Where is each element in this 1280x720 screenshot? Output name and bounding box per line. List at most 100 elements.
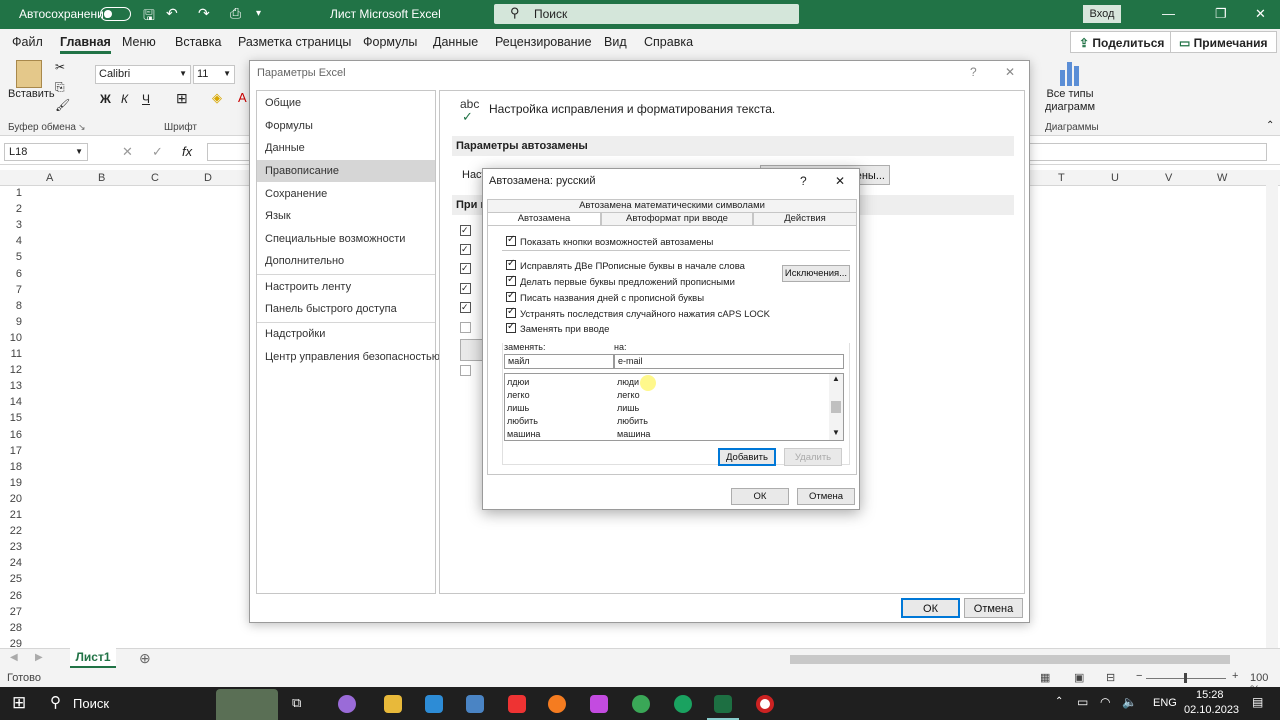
proofing-checkbox-6[interactable]: [460, 322, 471, 333]
volume-icon[interactable]: 🔈: [1122, 695, 1137, 709]
qat-customize-icon[interactable]: ▾: [256, 8, 261, 19]
autocorrect-cancel-button[interactable]: Отмена: [797, 488, 855, 505]
scroll-up-icon[interactable]: ▲: [832, 374, 840, 383]
row-header[interactable]: 7: [0, 284, 22, 296]
font-color-icon[interactable]: A: [238, 90, 247, 105]
options-ok-button[interactable]: ОК: [901, 598, 960, 618]
proofing-checkbox-7[interactable]: [460, 365, 471, 376]
borders-icon[interactable]: ⊞: [176, 90, 188, 107]
proofing-checkbox-4[interactable]: ✓: [460, 283, 471, 294]
excel-icon[interactable]: [714, 695, 732, 713]
list-item[interactable]: лишь лишь: [505, 402, 831, 415]
insert-function-icon[interactable]: fx: [182, 144, 192, 159]
firefox-icon[interactable]: [548, 695, 566, 713]
font-name-select[interactable]: Calibri ▼: [95, 65, 191, 84]
clock-date[interactable]: 02.10.2023: [1184, 704, 1239, 716]
tab-data[interactable]: Данные: [433, 35, 478, 49]
autocorrect-ok-button[interactable]: ОК: [731, 488, 789, 505]
sidebar-item-save[interactable]: Сохранение: [257, 183, 435, 205]
autosave-toggle[interactable]: [100, 7, 131, 21]
recording-app-icon[interactable]: [756, 695, 774, 713]
row-header[interactable]: 1: [0, 187, 22, 199]
column-header-v[interactable]: V: [1165, 172, 1172, 184]
chrome-icon[interactable]: [632, 695, 650, 713]
sheet-tab[interactable]: Лист1: [70, 648, 116, 668]
scroll-right-icon[interactable]: ▶: [35, 652, 43, 663]
cut-icon[interactable]: ✂: [55, 60, 65, 74]
undo-icon[interactable]: ↶: [166, 5, 178, 22]
tab-autoformat[interactable]: Автоформат при вводе: [601, 212, 753, 225]
paste-icon[interactable]: [16, 60, 42, 88]
signin-button[interactable]: Вход: [1083, 5, 1121, 23]
clock-time[interactable]: 15:28: [1196, 689, 1224, 701]
row-header[interactable]: 27: [0, 606, 22, 618]
video-app-icon[interactable]: [425, 695, 443, 713]
horizontal-scrollbar[interactable]: [790, 655, 1230, 664]
zoom-in-icon[interactable]: +: [1232, 670, 1238, 682]
row-header[interactable]: 14: [0, 396, 22, 408]
vertical-scrollbar[interactable]: [1266, 172, 1278, 648]
document-title[interactable]: Лист Microsoft Excel: [330, 7, 441, 21]
all-charts-icon[interactable]: [1058, 60, 1082, 86]
tab-formulas[interactable]: Формулы: [363, 35, 417, 49]
tab-home[interactable]: Главная: [60, 35, 111, 54]
file-explorer-icon[interactable]: [384, 695, 402, 713]
tab-menu[interactable]: Меню: [122, 35, 156, 49]
page-break-icon[interactable]: ⊟: [1106, 671, 1115, 684]
row-header[interactable]: 16: [0, 429, 22, 441]
sidebar-item-proofing[interactable]: Правописание: [257, 160, 435, 182]
row-header[interactable]: 22: [0, 525, 22, 537]
quick-print-icon[interactable]: ⎙: [230, 5, 241, 22]
row-header[interactable]: 12: [0, 364, 22, 376]
tab-page-layout[interactable]: Разметка страницы: [238, 35, 351, 49]
row-header[interactable]: 9: [0, 316, 22, 328]
scroll-down-icon[interactable]: ▼: [832, 428, 840, 437]
tab-actions[interactable]: Действия: [753, 212, 857, 225]
caps-lock-checkbox[interactable]: Устранять последствия случайного нажатия…: [506, 306, 770, 320]
row-header[interactable]: 17: [0, 445, 22, 457]
all-charts-button[interactable]: Все типы диаграмм: [1043, 88, 1097, 114]
list-item[interactable]: машина машина: [505, 428, 831, 441]
font-size-select[interactable]: 11 ▼: [193, 65, 235, 84]
row-header[interactable]: 11: [0, 348, 22, 360]
autocorrect-help-icon[interactable]: ?: [800, 174, 807, 188]
exceptions-button[interactable]: Исключения...: [782, 265, 850, 282]
row-header[interactable]: 20: [0, 493, 22, 505]
task-view-icon[interactable]: ⧉: [292, 695, 301, 711]
paste-button[interactable]: Вставить: [8, 88, 55, 100]
add-button[interactable]: Добавить: [718, 448, 776, 466]
two-caps-checkbox[interactable]: Исправлять ДВе ПРописные буквы в начале …: [506, 258, 745, 272]
windows-start-icon[interactable]: ⊞: [12, 693, 26, 713]
list-item[interactable]: лдюи люди: [505, 376, 831, 389]
custom-dictionaries-button[interactable]: [460, 339, 484, 361]
sidebar-item-accessibility[interactable]: Специальные возможности: [257, 228, 435, 250]
network-icon[interactable]: ▭: [1077, 695, 1088, 709]
row-header[interactable]: 3: [0, 219, 22, 231]
column-header-u[interactable]: U: [1111, 172, 1119, 184]
scroll-left-icon[interactable]: ◀: [10, 652, 18, 663]
app-icon-purple[interactable]: [338, 695, 356, 713]
page-layout-icon[interactable]: ▣: [1074, 671, 1084, 684]
tab-review[interactable]: Рецензирование: [495, 35, 592, 49]
row-header[interactable]: 26: [0, 590, 22, 602]
taskbar-search[interactable]: Поиск: [73, 696, 109, 711]
fill-color-icon[interactable]: ◈: [212, 90, 222, 106]
sidebar-item-quick-access[interactable]: Панель быстрого доступа: [257, 298, 435, 320]
underline-button[interactable]: Ч: [142, 92, 150, 106]
sidebar-item-trust-center[interactable]: Центр управления безопасностью: [257, 346, 440, 368]
redo-icon[interactable]: ↷: [198, 5, 210, 22]
row-header[interactable]: 15: [0, 412, 22, 424]
minimize-icon[interactable]: —: [1162, 6, 1175, 21]
row-header[interactable]: 6: [0, 268, 22, 280]
sidebar-item-addins[interactable]: Надстройки: [257, 323, 435, 345]
column-header-b[interactable]: B: [98, 172, 105, 184]
capitalize-sentences-checkbox[interactable]: Делать первые буквы предложений прописны…: [506, 274, 735, 288]
app-icon-gem[interactable]: [590, 695, 608, 713]
yandex-browser-icon[interactable]: [508, 695, 526, 713]
row-header[interactable]: 25: [0, 573, 22, 585]
proofing-checkbox-2[interactable]: ✓: [460, 244, 471, 255]
language-indicator[interactable]: ENG: [1153, 697, 1177, 709]
close-window-icon[interactable]: ✕: [1255, 6, 1266, 22]
name-box[interactable]: L18 ▼: [4, 143, 88, 161]
row-header[interactable]: 19: [0, 477, 22, 489]
